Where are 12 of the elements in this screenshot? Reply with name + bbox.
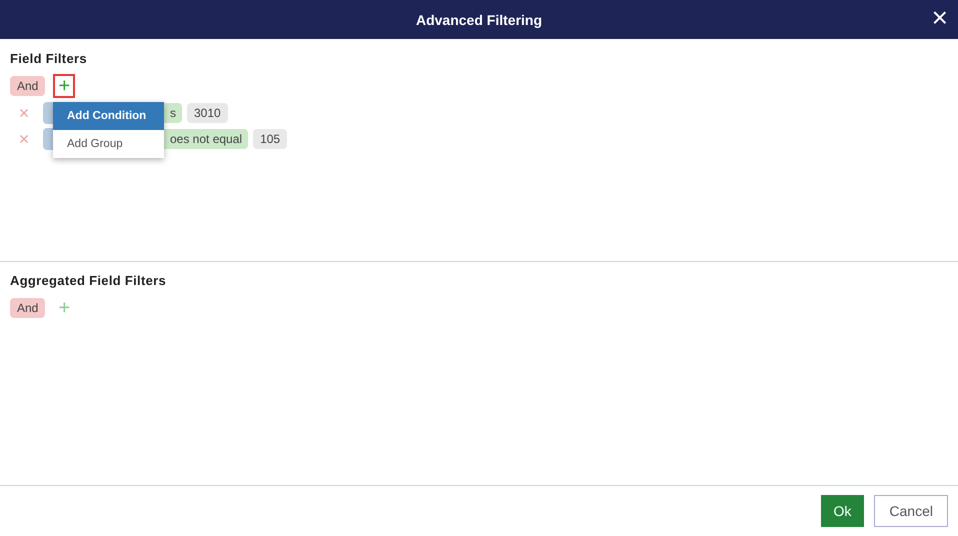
section-title: Aggregated Field Filters <box>10 273 168 288</box>
menu-item[interactable]: Add Group <box>53 130 164 158</box>
and-chip[interactable]: And <box>10 298 46 318</box>
ok-button[interactable]: Ok <box>820 495 864 527</box>
and-chip[interactable]: And <box>10 76 46 96</box>
window-title: Advanced Filtering <box>416 12 542 28</box>
cancel-button[interactable]: Cancel <box>874 495 948 527</box>
menu-item[interactable]: Add Condition <box>53 102 164 130</box>
value-chip[interactable]: 3010 <box>187 103 228 123</box>
section-title: Field Filters <box>10 51 88 66</box>
value-chip[interactable]: 105 <box>253 129 288 149</box>
close-button[interactable]: × <box>928 4 952 32</box>
